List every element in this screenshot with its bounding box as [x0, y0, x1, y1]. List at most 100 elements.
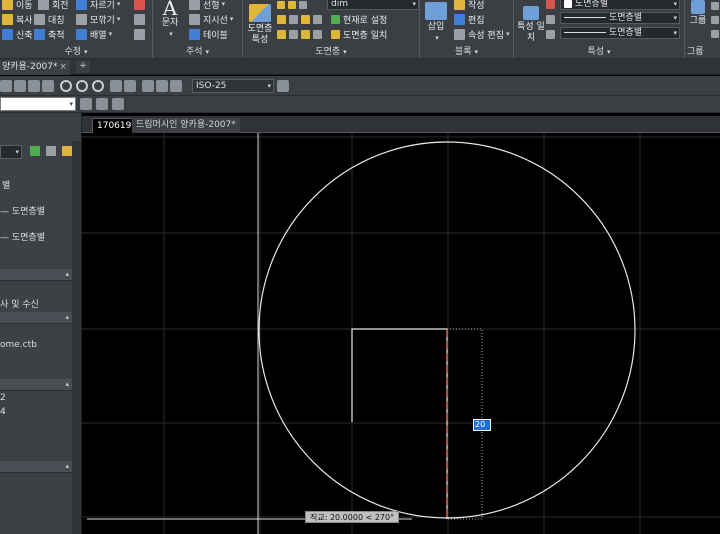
erase-button[interactable]	[134, 0, 148, 11]
drawing-canvas[interactable]: 20 직교: 20.0000 < 270°	[82, 133, 720, 534]
angular-dimension-icon[interactable]	[110, 80, 122, 92]
edit-attributes-button[interactable]: 속성 편집 ▾	[454, 27, 510, 41]
lineweight-sample	[564, 17, 606, 18]
quick-dimension-icon[interactable]	[124, 80, 136, 92]
chevron-down-icon: ▾	[267, 82, 271, 90]
layer-isolate-icon[interactable]	[289, 14, 298, 24]
panel-title-groups[interactable]: 그룹	[685, 44, 720, 57]
trim-button[interactable]: 자르기 ▾	[76, 0, 120, 11]
lineweight-icon	[546, 14, 555, 24]
layer-copy-icon[interactable]	[112, 98, 124, 110]
arc-length-icon[interactable]	[28, 80, 40, 92]
array-button[interactable]: 배열 ▾	[76, 27, 112, 41]
quick-select-icon[interactable]	[30, 146, 40, 156]
palette-section-header[interactable]: ▴	[0, 312, 72, 324]
create-block-icon	[454, 0, 465, 10]
chevron-down-icon: ▾	[116, 0, 121, 8]
stretch-icon	[2, 28, 13, 40]
select-objects-icon[interactable]	[46, 146, 56, 156]
copy-button[interactable]: 복사	[2, 12, 33, 26]
panel-title-block[interactable]: 블록 ▾	[420, 44, 513, 57]
panel-title-modify[interactable]: 수정 ▾	[0, 44, 152, 57]
panel-title-annotation[interactable]: 주석 ▾	[153, 44, 242, 57]
aligned-dimension-icon[interactable]	[14, 80, 26, 92]
dimension-style-icon[interactable]	[277, 80, 289, 92]
baseline-dimension-icon[interactable]	[142, 80, 154, 92]
edit-attributes-icon	[454, 28, 465, 40]
leader-button[interactable]: 지시선 ▾	[189, 12, 233, 26]
polyline-geometry[interactable]	[351, 328, 448, 519]
move-button[interactable]: 이동	[2, 0, 33, 11]
layer-on-icon[interactable]	[277, 29, 286, 39]
drawing-tab[interactable]: 드림머시인 양카용-2007*	[132, 118, 240, 133]
layer-match-icon[interactable]	[96, 98, 108, 110]
radius-dimension-icon[interactable]	[60, 80, 72, 92]
chevron-down-icon: ▾	[116, 15, 121, 23]
linear-dimension-icon[interactable]	[0, 80, 12, 92]
insert-button[interactable]: 삽입 ▾	[424, 2, 448, 44]
match-layer-button[interactable]: 도면층 일치	[331, 27, 387, 41]
group-select-icon[interactable]	[711, 30, 719, 38]
stretch-button[interactable]: 신축	[2, 27, 33, 41]
palette-section-header[interactable]: ▴	[0, 379, 72, 391]
linetype-combo[interactable]: ▾	[0, 97, 76, 111]
continue-dimension-icon[interactable]	[156, 80, 168, 92]
new-tab-button[interactable]: +	[76, 61, 90, 73]
text-icon: A	[162, 0, 178, 20]
pickadd-icon[interactable]	[62, 146, 72, 156]
layer-freeze-icon[interactable]	[301, 14, 310, 24]
palette-section-header[interactable]: ▴	[0, 269, 72, 281]
file-tab[interactable]: 양카용-2007* ×	[0, 60, 70, 75]
text-button[interactable]: A 문자 ▾	[157, 0, 183, 40]
ungroup-icon[interactable]	[711, 16, 719, 24]
linear-dim-button[interactable]: 선형 ▾	[189, 0, 225, 11]
layer-previous-icon[interactable]	[80, 98, 92, 110]
scale-button[interactable]: 축척	[34, 27, 65, 41]
lock-icon	[299, 1, 307, 9]
mirror-button[interactable]: 대칭	[34, 12, 65, 26]
selection-combo[interactable]: ▾	[0, 145, 22, 159]
layer-dropdown[interactable]: dim ▾	[327, 0, 419, 10]
trim-icon	[76, 0, 87, 10]
explode-button[interactable]	[134, 12, 148, 26]
layer-off-icon[interactable]	[277, 14, 286, 24]
layer-state-icons[interactable]	[277, 0, 310, 12]
linetype-dropdown[interactable]: 도면층별 ▾	[560, 27, 680, 39]
jogged-dimension-icon[interactable]	[76, 80, 88, 92]
ordinate-dimension-icon[interactable]	[42, 80, 54, 92]
palette-scrollbar[interactable]	[72, 141, 81, 534]
color-icon	[546, 0, 555, 9]
chevron-down-icon: ▾	[108, 30, 113, 38]
chevron-down-icon: ▾	[505, 30, 510, 38]
lineweight-dropdown[interactable]: 도면층별 ▾	[560, 12, 680, 24]
rotate-button[interactable]: 회전	[38, 0, 69, 11]
layer-thaw-icon[interactable]	[301, 29, 310, 39]
create-block-button[interactable]: 작성	[454, 0, 485, 11]
dynamic-input-field[interactable]: 20	[473, 419, 491, 431]
lineweight-row	[546, 12, 558, 26]
match-properties-button[interactable]: 특성 일치	[516, 6, 546, 44]
fillet-button[interactable]: 모깎기 ▾	[76, 12, 120, 26]
group-button[interactable]: 그룹	[687, 0, 709, 27]
layer-properties-button[interactable]: 도면층 특성	[245, 4, 275, 46]
panel-title-layers[interactable]: 도면층 ▾	[243, 44, 419, 57]
dimension-space-icon[interactable]	[170, 80, 182, 92]
offset-button[interactable]	[134, 27, 148, 41]
layer-tools-row1	[277, 12, 325, 26]
layer-lock-icon[interactable]	[313, 14, 322, 24]
group-edit-icon[interactable]	[711, 2, 719, 10]
edit-block-button[interactable]: 편집	[454, 12, 485, 26]
table-button[interactable]: 테이블	[189, 27, 228, 41]
table-icon	[189, 28, 200, 40]
dimension-style-dropdown[interactable]: ISO-25 ▾	[192, 79, 274, 93]
linear-dimension-icon	[189, 0, 200, 10]
chevron-down-icon: ▾	[673, 14, 677, 22]
diameter-dimension-icon[interactable]	[92, 80, 104, 92]
layer-unlock-icon[interactable]	[313, 29, 322, 39]
palette-section-header[interactable]: ▴	[0, 461, 72, 473]
layer-unisolate-icon[interactable]	[289, 29, 298, 39]
close-icon[interactable]: ×	[59, 60, 67, 74]
make-current-button[interactable]: 현재로 설정	[331, 12, 387, 26]
color-dropdown[interactable]: 도면층별 ▾	[560, 0, 680, 10]
panel-title-properties[interactable]: 특성 ▾	[514, 44, 684, 57]
